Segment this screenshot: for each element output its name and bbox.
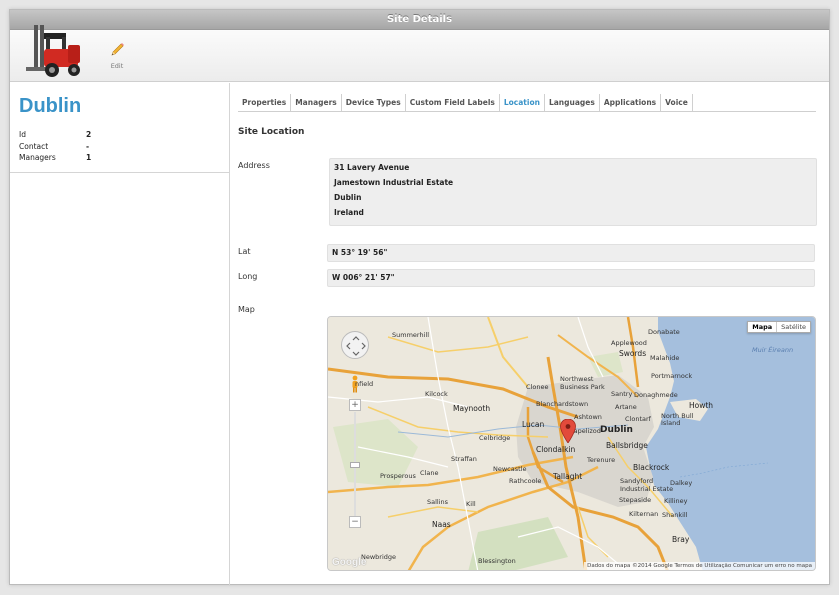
toolbar: Edit xyxy=(10,25,829,82)
map-label: Map xyxy=(238,305,255,314)
tab-custom-field-labels[interactable]: Custom Field Labels xyxy=(406,94,500,111)
zoom-in-button[interactable]: + xyxy=(349,399,361,411)
site-name: Dublin xyxy=(19,95,82,117)
address-line: 31 Lavery Avenue xyxy=(334,163,410,172)
map-attribution[interactable]: Dados do mapa ©2014 Google Termos de Uti… xyxy=(584,562,815,570)
pan-arrows-icon xyxy=(346,336,366,356)
map-place-label: Stepaside xyxy=(619,496,652,504)
google-logo: Google xyxy=(332,557,367,568)
lat-label: Lat xyxy=(238,247,251,256)
map-place-label: Clane xyxy=(420,469,439,477)
sidebar: Dublin Id 2 Contact - Managers 1 xyxy=(10,83,230,586)
site-details-window: Site Details Edit Dublin Id 2 Contact - … xyxy=(9,9,831,586)
map-place-label: Newcastle xyxy=(493,465,527,473)
tab-applications[interactable]: Applications xyxy=(600,94,662,111)
tab-bar: Properties Managers Device Types Custom … xyxy=(238,94,816,112)
pan-control[interactable] xyxy=(341,331,369,359)
map-place-label: Summerhill xyxy=(392,331,430,339)
map-place-label: Muir Éireann xyxy=(752,346,794,354)
map-place-label: Donabate xyxy=(648,328,680,336)
map-place-label: Sallins xyxy=(427,498,449,506)
map-place-label: Swords xyxy=(619,349,647,358)
map-place-label: Naas xyxy=(432,520,451,529)
map-place-label: Applewood xyxy=(611,339,647,347)
map-place-label: Ballsbridge xyxy=(606,441,648,450)
tab-location[interactable]: Location xyxy=(500,94,545,111)
info-row-id: Id 2 xyxy=(19,129,91,141)
map-place-label: Howth xyxy=(689,401,714,410)
zoom-slider-handle[interactable] xyxy=(350,462,360,468)
tab-managers[interactable]: Managers xyxy=(291,94,342,111)
address-label: Address xyxy=(238,161,270,170)
map-place-label: nfield xyxy=(355,380,374,388)
map-place-label: Kilternan xyxy=(629,510,659,518)
map-place-label: Killiney xyxy=(664,497,688,505)
address-line: Dublin xyxy=(334,193,362,202)
long-value: W 006° 21' 57" xyxy=(327,269,815,287)
map-place-label: Bray xyxy=(672,535,690,544)
lat-value: N 53° 19' 56" xyxy=(327,244,815,262)
tab-languages[interactable]: Languages xyxy=(545,94,600,111)
location-marker-icon[interactable] xyxy=(560,419,576,443)
map-type-control: Mapa Satélite xyxy=(747,321,811,333)
map-place-label: Shankill xyxy=(662,511,688,519)
map-place-label: Blanchardstown xyxy=(536,400,589,408)
map-place-label: Dublin xyxy=(600,425,633,435)
map-place-label: Lucan xyxy=(522,420,545,429)
map-place-label: Terenure xyxy=(587,456,616,464)
zoom-out-button[interactable]: − xyxy=(349,516,361,528)
window-title: Site Details xyxy=(10,10,829,30)
map-place-label: Donaghmede xyxy=(634,391,678,399)
map-place-label: Clondalkin xyxy=(536,445,576,454)
address-value: 31 Lavery Avenue Jamestown Industrial Es… xyxy=(329,158,817,226)
info-value: 1 xyxy=(86,153,92,163)
edit-label: Edit xyxy=(110,62,124,70)
map-place-label: Santry xyxy=(611,390,633,398)
tab-voice[interactable]: Voice xyxy=(661,94,693,111)
map-place-label: North Bull Island xyxy=(661,412,694,427)
map-place-label: Blessington xyxy=(478,557,516,565)
map-place-label: Straffan xyxy=(451,455,477,463)
site-info-table: Id 2 Contact - Managers 1 xyxy=(19,129,91,164)
info-row-contact: Contact - xyxy=(19,141,91,153)
forklift-logo-icon xyxy=(26,25,80,77)
main-panel: Properties Managers Device Types Custom … xyxy=(231,83,831,586)
sidebar-divider xyxy=(10,172,230,173)
map-base xyxy=(328,317,815,570)
map-place-label: Artane xyxy=(615,403,637,411)
map-place-label: Malahide xyxy=(650,354,680,362)
info-label: Managers xyxy=(19,153,56,163)
map-place-label: Dalkey xyxy=(670,479,693,487)
map-place-label: Celbridge xyxy=(479,434,511,442)
info-value: - xyxy=(86,141,90,151)
pencil-icon xyxy=(111,43,124,56)
map-place-label: Kill xyxy=(466,500,476,508)
edit-button[interactable]: Edit xyxy=(104,42,130,70)
map-place-label: Maynooth xyxy=(453,404,491,413)
map-place-label: Ashtown xyxy=(574,413,602,421)
map-type-map-button[interactable]: Mapa xyxy=(748,322,778,332)
map-place-label: Clonee xyxy=(526,383,549,391)
info-value: 2 xyxy=(86,130,92,140)
map-place-label: Blackrock xyxy=(633,463,670,472)
info-label: Contact xyxy=(19,141,49,151)
map-place-label: Prosperous xyxy=(380,472,416,480)
map-place-label: Clontarf xyxy=(625,415,651,423)
map-type-satellite-button[interactable]: Satélite xyxy=(777,322,810,332)
map-place-label: Kilcock xyxy=(425,390,448,398)
map-place-label: Portmarnock xyxy=(651,372,693,380)
long-label: Long xyxy=(238,272,258,281)
map-place-label: Sandyford Industrial Estate xyxy=(620,477,674,493)
info-label: Id xyxy=(19,130,26,140)
address-line: Jamestown Industrial Estate xyxy=(334,178,454,187)
info-row-managers: Managers 1 xyxy=(19,152,91,164)
map-place-label: Rathcoole xyxy=(509,477,542,485)
tab-device-types[interactable]: Device Types xyxy=(342,94,406,111)
location-map[interactable]: Mapa Satélite + − Summerhill Donabate Ap… xyxy=(327,316,816,571)
tab-properties[interactable]: Properties xyxy=(238,94,292,111)
map-place-label: Tallaght xyxy=(553,472,583,481)
map-place-label: Northwest Business Park xyxy=(560,375,605,391)
section-title: Site Location xyxy=(238,127,305,137)
address-line: Ireland xyxy=(334,208,364,217)
